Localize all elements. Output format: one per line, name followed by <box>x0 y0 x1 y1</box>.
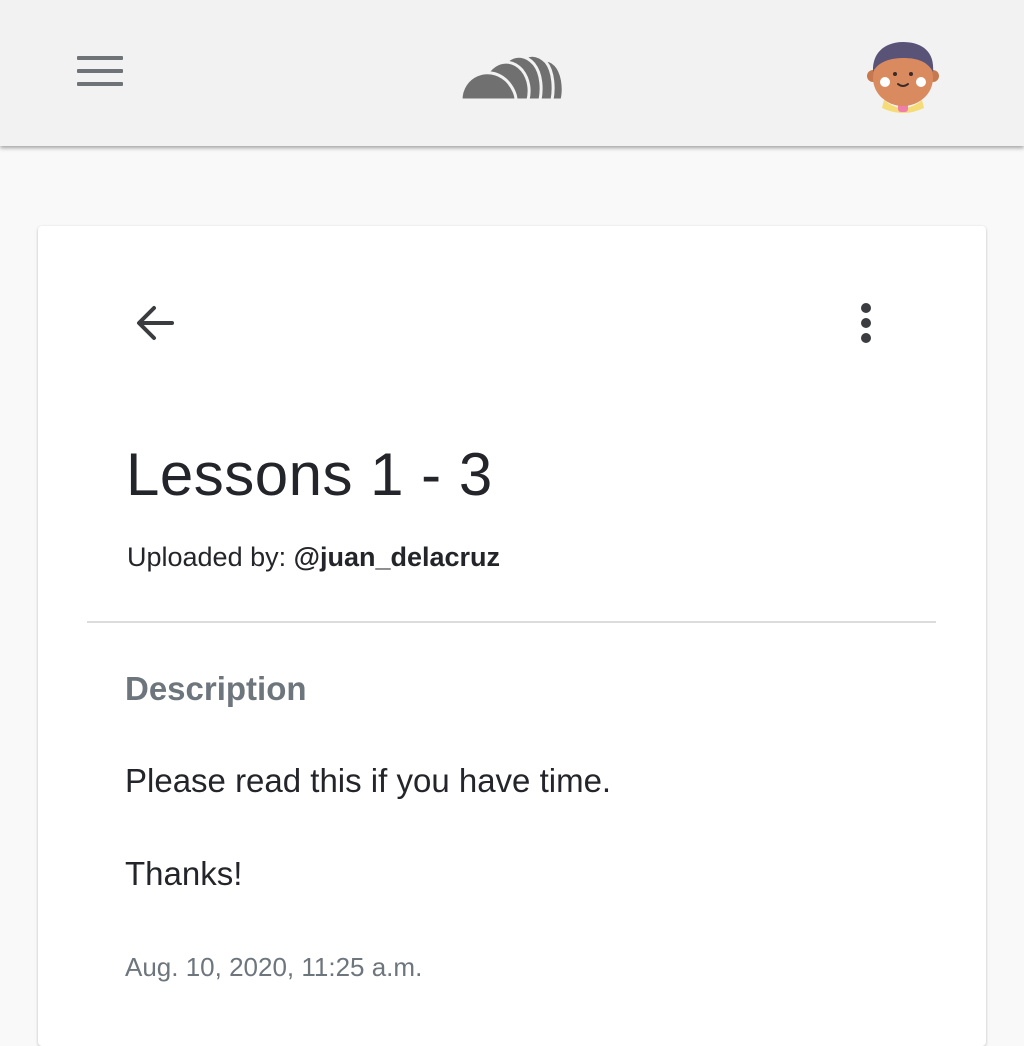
app-bar <box>0 0 1024 146</box>
arrow-back-icon[interactable] <box>128 296 184 352</box>
material-detail-card: Lessons 1 - 3 Uploaded by: @juan_delacru… <box>38 226 986 1046</box>
menu-line <box>77 69 123 73</box>
upload-timestamp: Aug. 10, 2020, 11:25 a.m. <box>125 952 423 982</box>
cloud-logo-icon[interactable] <box>458 46 566 104</box>
description-text-line: Thanks! <box>125 855 243 892</box>
hamburger-menu-icon[interactable] <box>70 48 130 94</box>
menu-line <box>77 56 123 60</box>
uploaded-by: Uploaded by: @juan_delacruz <box>127 542 500 573</box>
uploaded-by-label: Uploaded by: <box>127 542 294 572</box>
more-vertical-icon[interactable] <box>844 296 888 352</box>
divider <box>87 621 936 623</box>
page-title: Lessons 1 - 3 <box>126 441 493 508</box>
menu-line <box>77 82 123 86</box>
description-text-line: Please read this if you have time. <box>125 762 612 799</box>
description-heading: Description <box>125 670 307 707</box>
user-avatar-icon[interactable] <box>864 40 942 114</box>
uploader-username[interactable]: @juan_delacruz <box>294 542 500 572</box>
